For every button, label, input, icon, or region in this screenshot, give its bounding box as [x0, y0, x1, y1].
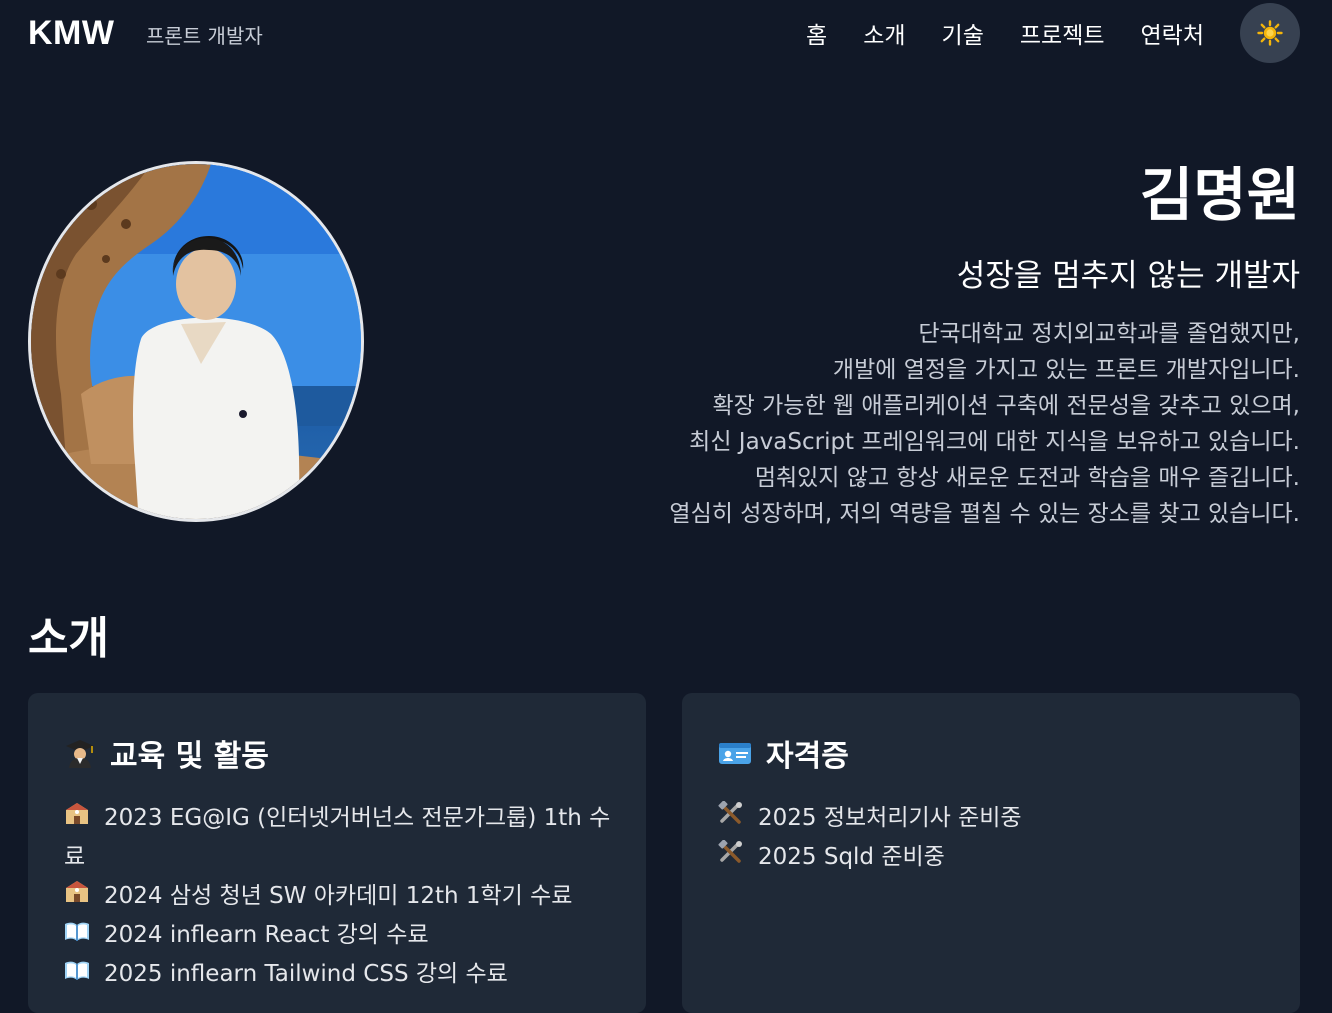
tools-icon: [718, 799, 744, 838]
education-item-text: 2025 inflearn Tailwind CSS 강의 수료: [104, 961, 508, 987]
hero-name: 김명원: [1139, 161, 1300, 229]
nav-contact[interactable]: 연락처: [1141, 16, 1204, 50]
main-nav: 홈 소개 기술 프로젝트 연락처: [806, 16, 1204, 50]
school-icon: [64, 877, 90, 916]
bio-line: 멈춰있지 않고 항상 새로운 도전과 학습을 매우 즐깁니다.: [754, 465, 1300, 491]
education-item-text: 2024 삼성 청년 SW 아카데미 12th 1학기 수료: [104, 883, 573, 909]
hero-tagline: 성장을 멈추지 않는 개발자: [956, 258, 1300, 294]
education-list: 2023 EG@IG (인터넷거버넌스 전문가그룹) 1th 수료 2024 삼…: [64, 799, 614, 994]
site-header: KMW 프론트 개발자 홈 소개 기술 프로젝트 연락처: [0, 0, 1332, 68]
id-card-icon: [719, 743, 751, 764]
certificate-item-text: 2025 정보처리기사 준비중: [758, 805, 1022, 831]
sun-icon: [1257, 20, 1283, 46]
hero-bio: 단국대학교 정치외교학과를 졸업했지만, 개발에 열정을 가지고 있는 프론트 …: [669, 316, 1300, 532]
site-subtitle: 프론트 개발자: [146, 24, 263, 48]
education-card-header: 교육 및 활동: [64, 731, 269, 775]
education-card-title: 교육 및 활동: [110, 739, 269, 774]
certificates-list: 2025 정보처리기사 준비중 2025 Sqld 준비중: [718, 799, 1268, 877]
about-section-title: 소개: [28, 613, 109, 664]
site-logo[interactable]: KMW: [28, 14, 114, 53]
book-icon: [64, 955, 90, 994]
list-item: 2024 inflearn React 강의 수료: [64, 916, 614, 955]
bio-line: 열심히 성장하며, 저의 역량을 펼칠 수 있는 장소를 찾고 있습니다.: [669, 501, 1300, 527]
nav-projects[interactable]: 프로젝트: [1020, 16, 1105, 50]
theme-toggle-button[interactable]: [1240, 3, 1300, 63]
bio-line: 최신 JavaScript 프레임워크에 대한 지식을 보유하고 있습니다.: [689, 429, 1300, 455]
school-icon: [64, 799, 90, 838]
profile-photo: [28, 161, 364, 522]
bio-line: 개발에 열정을 가지고 있는 프론트 개발자입니다.: [832, 357, 1300, 383]
book-icon: [64, 916, 90, 955]
bio-line: 확장 가능한 웹 애플리케이션 구축에 전문성을 갖추고 있으며,: [712, 393, 1301, 419]
list-item: 2025 Sqld 준비중: [718, 838, 1268, 877]
education-item-text: 2023 EG@IG (인터넷거버넌스 전문가그룹) 1th 수료: [64, 805, 611, 870]
list-item: 2024 삼성 청년 SW 아카데미 12th 1학기 수료: [64, 877, 614, 916]
nav-about[interactable]: 소개: [863, 16, 905, 50]
list-item: 2025 정보처리기사 준비중: [718, 799, 1268, 838]
certificate-item-text: 2025 Sqld 준비중: [758, 844, 945, 870]
nav-home[interactable]: 홈: [806, 16, 827, 50]
education-item-text: 2024 inflearn React 강의 수료: [104, 922, 429, 948]
certificates-card-header: 자격증: [718, 731, 849, 775]
education-card: 교육 및 활동 2023 EG@IG (인터넷거버넌스 전문가그룹) 1th 수…: [28, 693, 646, 1013]
certificates-card: 자격증 2025 정보처리기사 준비중 2025 Sqld 준비중: [682, 693, 1300, 1013]
bio-line: 단국대학교 정치외교학과를 졸업했지만,: [918, 321, 1300, 347]
graduate-icon: [66, 740, 94, 768]
certificates-card-title: 자격증: [766, 739, 849, 774]
nav-skills[interactable]: 기술: [942, 16, 984, 50]
list-item: 2023 EG@IG (인터넷거버넌스 전문가그룹) 1th 수료: [64, 799, 614, 877]
tools-icon: [718, 838, 744, 877]
list-item: 2025 inflearn Tailwind CSS 강의 수료: [64, 955, 614, 994]
